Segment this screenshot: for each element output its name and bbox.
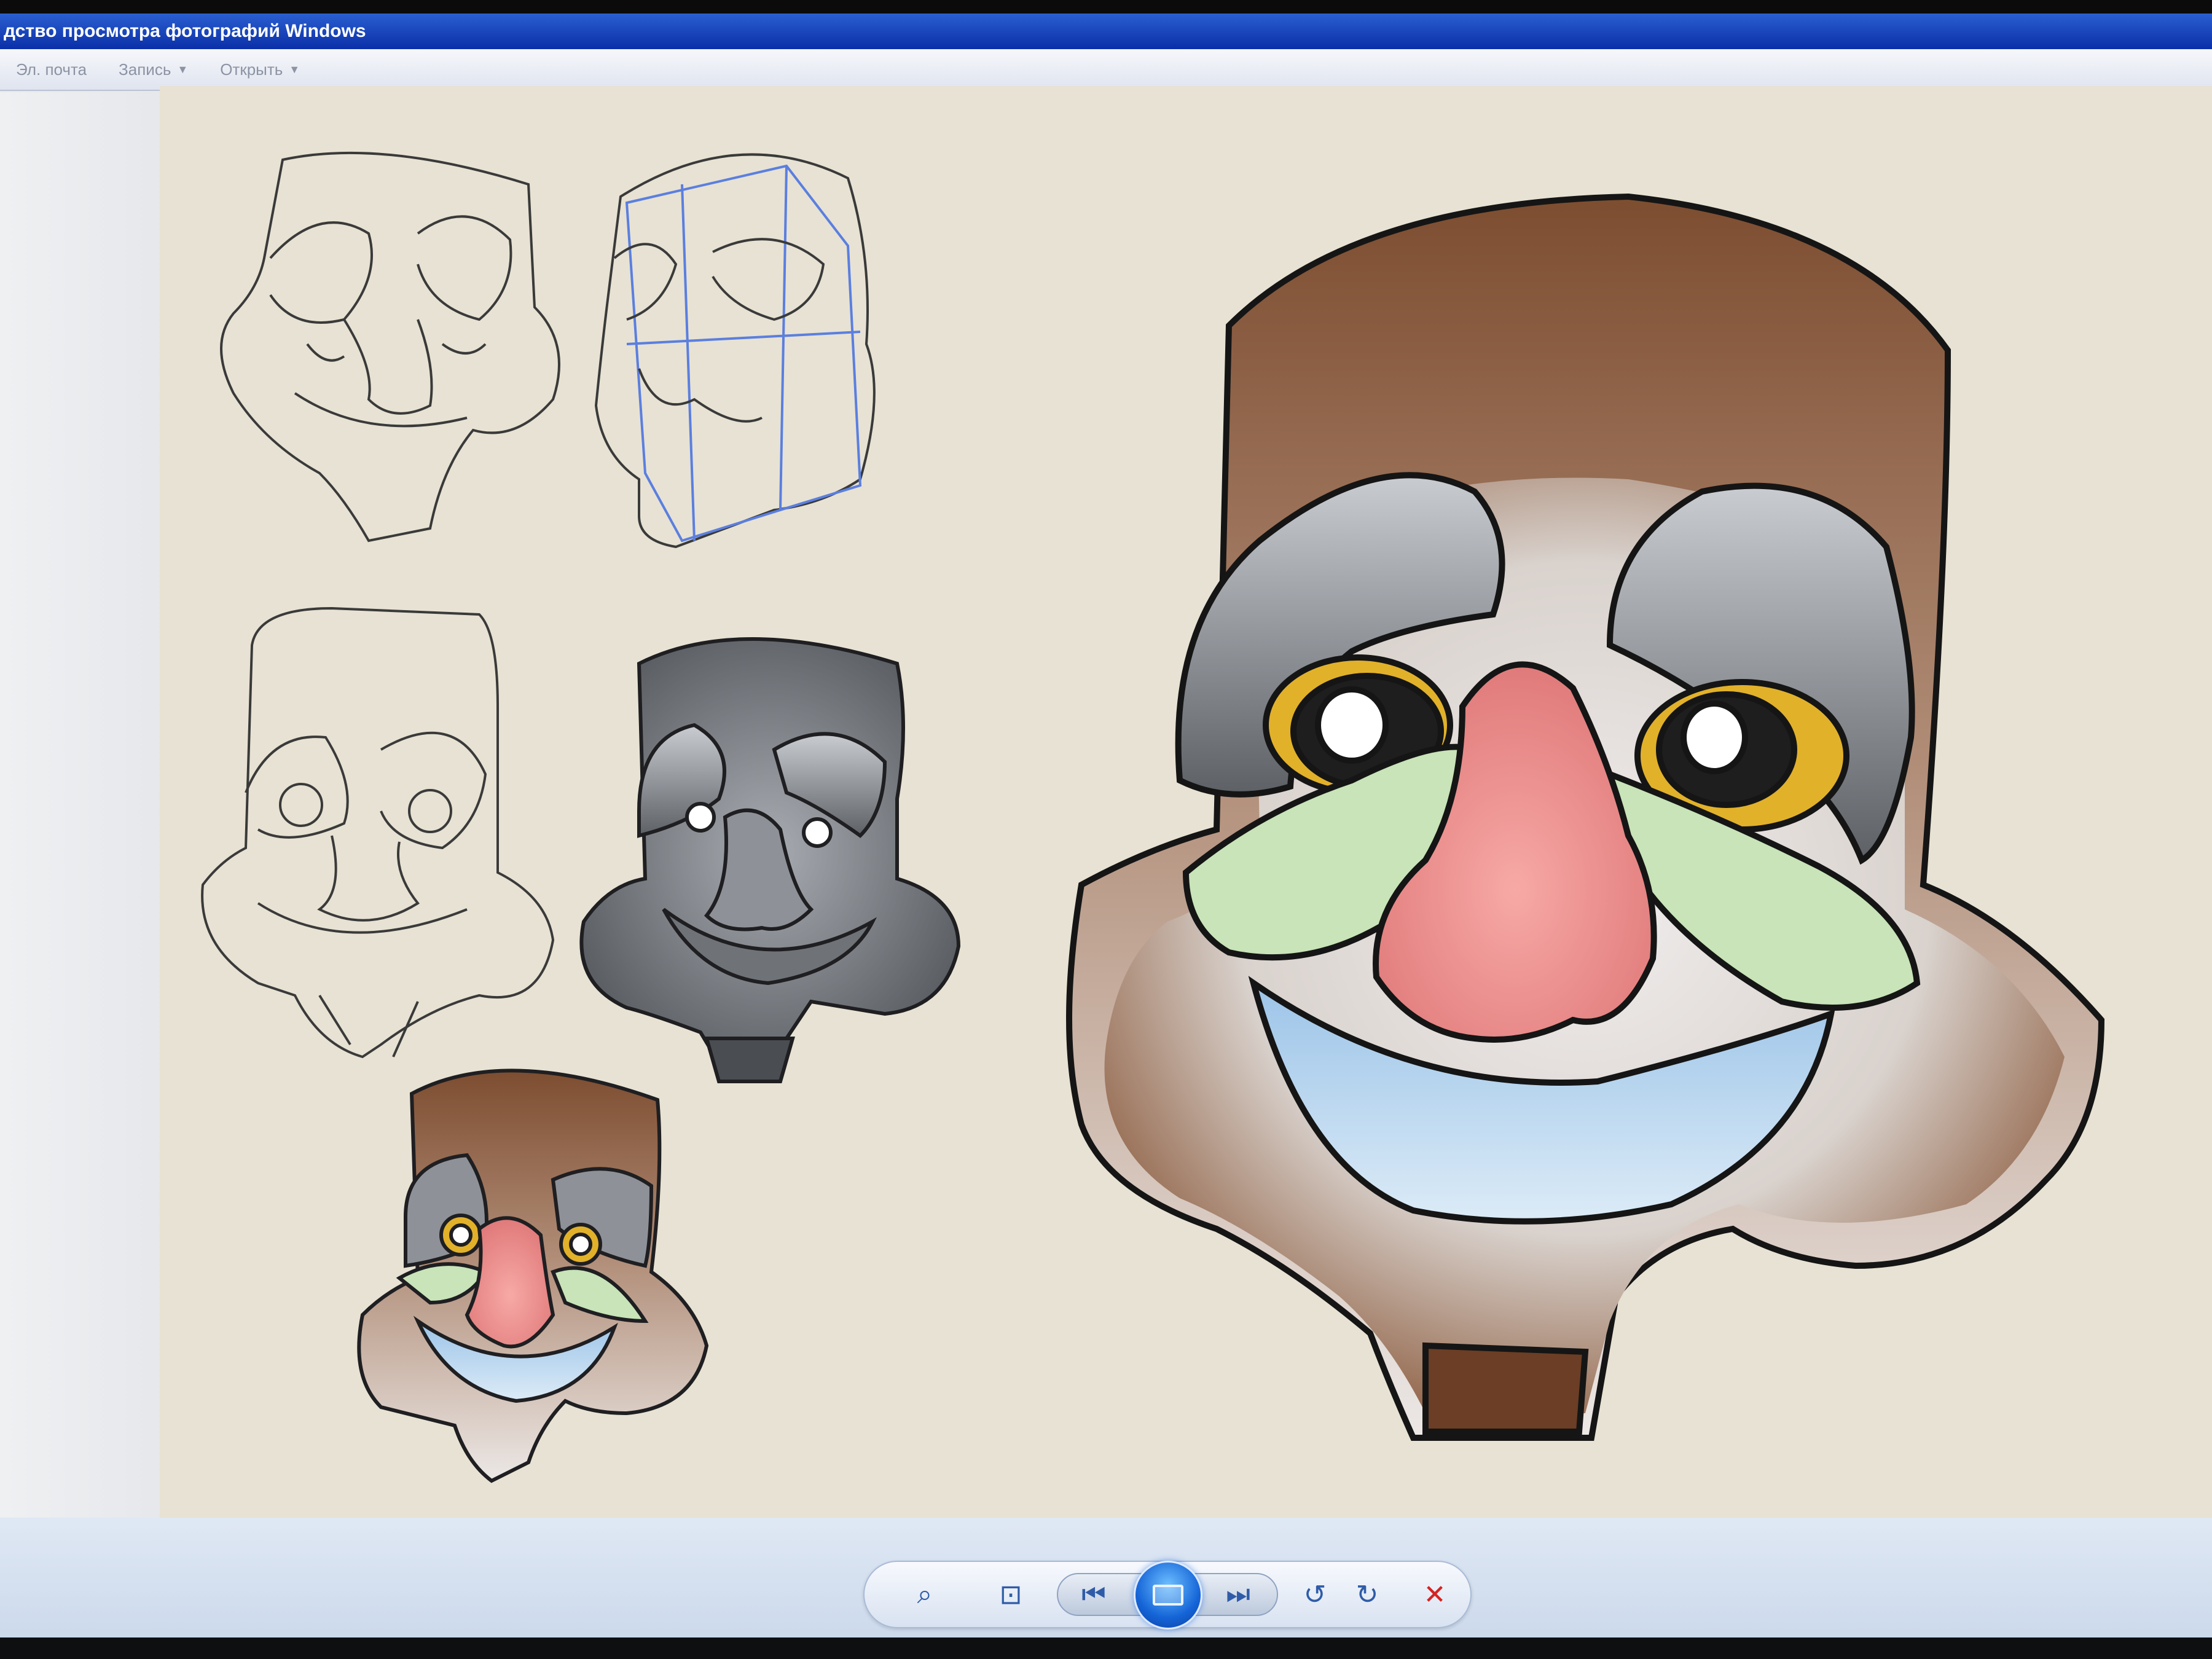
previous-icon[interactable]: ⏮ — [1072, 1573, 1115, 1616]
slideshow-icon — [1153, 1585, 1183, 1606]
screen: дство просмотра фотографий Windows Эл. п… — [0, 0, 2212, 1659]
next-icon[interactable]: ⏭ — [1217, 1573, 1260, 1616]
monitor-bezel-bottom — [0, 1637, 2212, 1659]
sketch-mask-1 — [220, 151, 560, 543]
sketch-mask-2 — [594, 153, 876, 549]
small-colored-mask — [357, 1069, 709, 1483]
rotate-left-icon[interactable]: ↺ — [1293, 1573, 1336, 1616]
slideshow-button[interactable] — [1134, 1561, 1202, 1630]
zoom-icon[interactable]: ⌕ — [903, 1573, 946, 1616]
actual-size-icon[interactable]: ⊡ — [989, 1573, 1032, 1616]
sketch-mask-3 — [201, 606, 555, 1059]
large-colored-mask — [1066, 193, 2105, 1441]
grey-mask — [579, 637, 961, 1083]
displayed-image — [201, 151, 2105, 1483]
delete-icon[interactable]: ✕ — [1413, 1573, 1456, 1616]
rotate-right-icon[interactable]: ↻ — [1346, 1573, 1389, 1616]
